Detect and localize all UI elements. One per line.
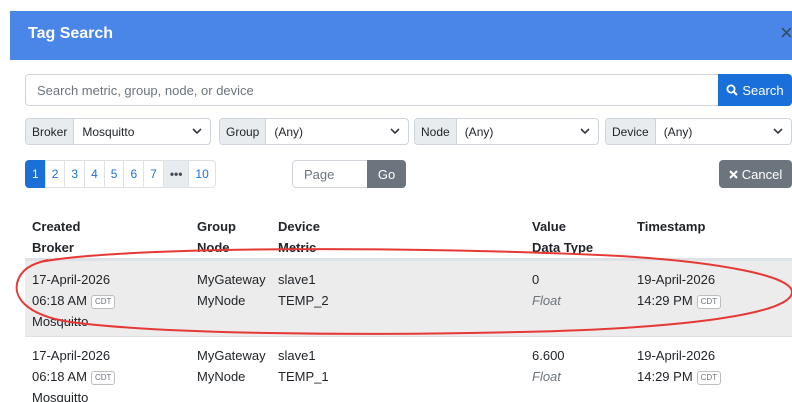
created-date: 17-April-2026 [32, 348, 111, 363]
data-type: Float [532, 293, 561, 308]
page-5-button[interactable]: 5 [103, 160, 125, 188]
header-data-type: Data Type [532, 240, 594, 255]
broker-cell: Mosquitto [32, 390, 89, 402]
group-value: MyGateway [197, 348, 266, 363]
value-type-cell: 6.600 Float [532, 345, 565, 387]
header-node: Node [197, 240, 230, 255]
timestamp-cell: 19-April-2026 14:29 PM CDT [637, 269, 722, 311]
header-timestamp[interactable]: Timestamp [637, 216, 705, 237]
header-group: Group [197, 219, 236, 234]
timezone-badge: CDT [696, 371, 722, 385]
created-date: 17-April-2026 [32, 272, 111, 287]
modal-title: Tag Search [28, 25, 114, 42]
page-6-button[interactable]: 6 [123, 160, 145, 188]
created-cell: 17-April-2026 06:18 AM CDT Mosquitto [32, 345, 116, 402]
close-icon[interactable]: × [780, 22, 792, 44]
group-label: Group [220, 119, 267, 144]
timestamp-date: 19-April-2026 [637, 272, 716, 287]
timezone-badge: CDT [696, 295, 722, 309]
device-select[interactable]: Device (Any) [605, 118, 792, 145]
search-button-label: Search [742, 82, 784, 98]
device-metric-cell: slave1 TEMP_1 [278, 345, 329, 387]
header-value: Value [532, 219, 566, 234]
header-timestamp-label: Timestamp [637, 219, 706, 234]
node-label: Node [415, 119, 457, 144]
broker-value: Mosquitto [82, 124, 135, 139]
chevron-down-icon [580, 119, 598, 144]
header-device-metric[interactable]: Device Metric [278, 216, 320, 258]
chevron-down-icon [390, 119, 408, 144]
metric-value: TEMP_1 [278, 369, 329, 384]
value: 0 [532, 272, 540, 287]
created-time: 06:18 AM [32, 369, 87, 384]
close-icon [729, 169, 738, 179]
page-7-button[interactable]: 7 [143, 160, 164, 188]
modal-header: Tag Search × [10, 11, 792, 60]
group-node-cell: MyGateway MyNode [197, 269, 266, 311]
header-device: Device [278, 219, 320, 234]
timestamp-time: 14:29 PM [637, 369, 693, 384]
timezone-badge: CDT [90, 295, 116, 309]
results-table: Created Broker Group Node Device Metric Val… [25, 208, 792, 402]
timestamp-time: 14:29 PM [637, 293, 693, 308]
group-value: MyGateway [197, 272, 266, 287]
device-value: slave1 [278, 348, 316, 363]
page-10-button[interactable]: 10 [188, 160, 216, 188]
metric-value: TEMP_2 [278, 293, 329, 308]
header-created: Created [32, 219, 81, 234]
group-value: (Any) [274, 124, 304, 139]
cancel-label: Cancel [741, 166, 783, 182]
node-value: MyNode [197, 369, 246, 384]
ellipsis-icon[interactable]: ••• [162, 160, 190, 188]
device-label: Device [606, 119, 656, 144]
table-header: Created Broker Group Node Device Metric Val… [25, 208, 792, 260]
pagination: 1 2 3 4 5 6 7 ••• 10 [25, 160, 216, 188]
created-cell: 17-April-2026 06:18 AM CDT Mosquitto [32, 269, 116, 332]
chevron-down-icon [773, 119, 791, 144]
page-2-button[interactable]: 2 [44, 160, 66, 188]
filter-row: Broker Mosquitto Group (Any) Node (Any) … [25, 118, 792, 145]
header-metric: Metric [278, 240, 317, 255]
timezone-badge: CDT [90, 371, 116, 385]
created-time: 06:18 AM [32, 293, 87, 308]
group-select[interactable]: Group (Any) [219, 118, 409, 145]
device-value: (Any) [663, 124, 693, 139]
broker-cell: Mosquitto [32, 314, 89, 329]
page-1-button[interactable]: 1 [25, 160, 46, 188]
group-node-cell: MyGateway MyNode [197, 345, 266, 387]
page-number-input[interactable] [292, 160, 368, 188]
data-type: Float [532, 369, 561, 384]
value: 6.600 [532, 348, 565, 363]
value-type-cell: 0 Float [532, 269, 561, 311]
cancel-button[interactable]: Cancel [719, 160, 792, 188]
header-value-type[interactable]: Value Data Type [532, 216, 593, 258]
table-row[interactable]: 17-April-2026 06:18 AM CDT Mosquitto MyGa… [25, 260, 792, 336]
search-input[interactable] [25, 74, 719, 106]
device-value: slave1 [278, 272, 316, 287]
node-select[interactable]: Node (Any) [414, 118, 599, 145]
node-value: (Any) [464, 124, 494, 139]
device-metric-cell: slave1 TEMP_2 [278, 269, 329, 311]
header-broker: Broker [32, 240, 74, 255]
broker-select[interactable]: Broker Mosquitto [25, 118, 211, 145]
node-value: MyNode [197, 293, 246, 308]
broker-label: Broker [26, 119, 75, 144]
go-button[interactable]: Go [367, 160, 406, 188]
timestamp-date: 19-April-2026 [637, 348, 716, 363]
search-row: Search [25, 74, 792, 106]
search-icon [726, 84, 739, 96]
page-3-button[interactable]: 3 [64, 160, 86, 188]
chevron-down-icon [192, 119, 210, 144]
page-4-button[interactable]: 4 [84, 160, 105, 188]
timestamp-cell: 19-April-2026 14:29 PM CDT [637, 345, 722, 387]
table-row[interactable]: 17-April-2026 06:18 AM CDT Mosquitto MyGa… [25, 336, 792, 402]
search-button[interactable]: Search [718, 74, 792, 106]
header-group-node[interactable]: Group Node [197, 216, 236, 258]
header-created-broker[interactable]: Created Broker [32, 216, 80, 258]
